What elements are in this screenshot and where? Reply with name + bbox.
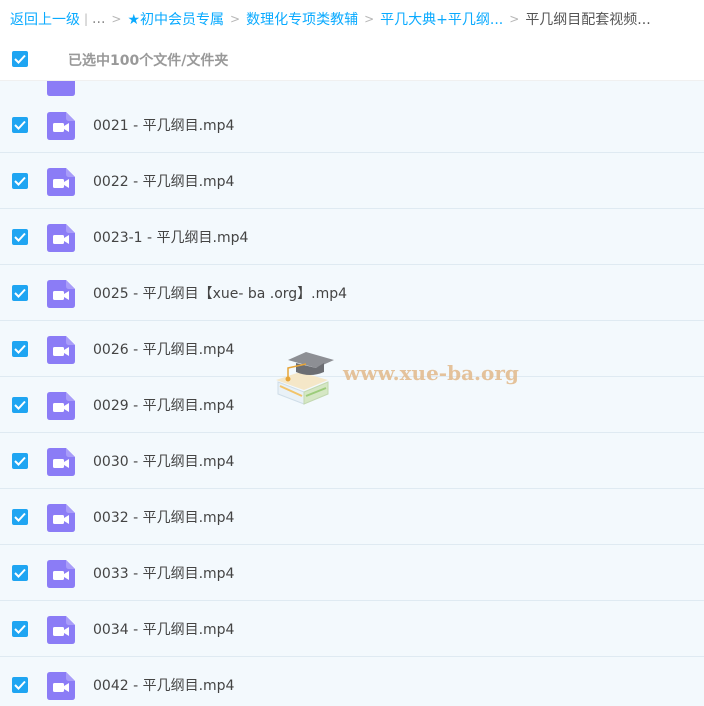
file-name[interactable]: 0032 - 平几纲目.mp4 <box>93 507 234 527</box>
breadcrumb-divider: | <box>84 12 89 26</box>
check-icon <box>14 624 26 634</box>
check-icon <box>14 232 26 242</box>
check-icon <box>14 176 26 186</box>
video-file-icon <box>47 280 75 312</box>
list-item[interactable]: 0030 - 平几纲目.mp4 <box>0 433 704 489</box>
video-file-icon <box>47 504 75 536</box>
file-checkbox[interactable] <box>12 285 28 301</box>
file-name[interactable]: 0026 - 平几纲目.mp4 <box>93 339 234 359</box>
check-icon <box>14 54 26 64</box>
breadcrumb-separator: > <box>111 12 122 26</box>
list-item[interactable]: 0025 - 平几纲目【xue- ba .org】.mp4 <box>0 265 704 321</box>
check-icon <box>14 568 26 578</box>
file-checkbox[interactable] <box>12 341 28 357</box>
video-file-icon <box>47 448 75 480</box>
file-name[interactable]: 0033 - 平几纲目.mp4 <box>93 563 234 583</box>
file-name[interactable]: 0030 - 平几纲目.mp4 <box>93 451 234 471</box>
file-name[interactable]: 0022 - 平几纲目.mp4 <box>93 171 234 191</box>
list-item[interactable]: 0023-1 - 平几纲目.mp4 <box>0 209 704 265</box>
check-icon <box>14 120 26 130</box>
back-link[interactable]: 返回上一级 <box>10 9 80 29</box>
video-file-icon <box>47 168 75 200</box>
file-name[interactable]: 0029 - 平几纲目.mp4 <box>93 395 234 415</box>
breadcrumb-item-member[interactable]: ★初中会员专属 <box>127 9 224 29</box>
file-checkbox[interactable] <box>12 173 28 189</box>
list-item[interactable]: 0032 - 平几纲目.mp4 <box>0 489 704 545</box>
video-file-icon <box>47 392 75 424</box>
breadcrumb-ellipsis[interactable]: ... <box>92 11 105 27</box>
list-item[interactable]: 0042 - 平几纲目.mp4 <box>0 657 704 706</box>
check-icon <box>14 680 26 690</box>
breadcrumb-separator: > <box>230 12 241 26</box>
video-file-icon <box>47 112 75 144</box>
file-name[interactable]: 0021 - 平几纲目.mp4 <box>93 115 234 135</box>
check-icon <box>14 456 26 466</box>
video-file-icon <box>47 336 75 368</box>
file-checkbox[interactable] <box>12 509 28 525</box>
file-name[interactable]: 0042 - 平几纲目.mp4 <box>93 675 234 695</box>
file-checkbox[interactable] <box>12 565 28 581</box>
video-file-icon <box>47 672 75 704</box>
file-checkbox[interactable] <box>12 453 28 469</box>
selection-bar: 已选中100个文件/文件夹 <box>0 38 704 81</box>
list-item[interactable] <box>0 81 704 98</box>
list-item[interactable]: 0034 - 平几纲目.mp4 <box>0 601 704 657</box>
file-checkbox[interactable] <box>12 621 28 637</box>
watermark: www.xue-ba.org <box>270 342 519 412</box>
breadcrumb-separator: > <box>364 12 375 26</box>
check-icon <box>14 512 26 522</box>
list-item[interactable]: 0021 - 平几纲目.mp4 <box>0 97 704 153</box>
breadcrumb-current: 平几纲目配套视频... <box>525 12 651 28</box>
breadcrumb-item-subject[interactable]: 数理化专项类教辅 <box>246 9 358 29</box>
check-icon <box>14 344 26 354</box>
breadcrumb-item-collection[interactable]: 平几大典+平几纲... <box>380 9 503 29</box>
selection-count-label: 已选中100个文件/文件夹 <box>68 53 229 69</box>
file-checkbox[interactable] <box>12 677 28 693</box>
select-all-checkbox[interactable] <box>12 51 28 67</box>
graduation-cap-logo <box>276 352 334 405</box>
check-icon <box>14 288 26 298</box>
video-file-icon <box>47 616 75 648</box>
file-name[interactable]: 0023-1 - 平几纲目.mp4 <box>93 227 248 247</box>
breadcrumb: 返回上一级 | ... > ★初中会员专属 > 数理化专项类教辅 > 平几大典+… <box>0 0 704 38</box>
breadcrumb-separator: > <box>509 12 520 26</box>
check-icon <box>14 400 26 410</box>
video-file-icon <box>47 560 75 592</box>
watermark-text: www.xue-ba.org <box>343 361 519 385</box>
list-item[interactable]: 0022 - 平几纲目.mp4 <box>0 153 704 209</box>
video-file-icon <box>47 224 75 256</box>
list-item[interactable]: 0033 - 平几纲目.mp4 <box>0 545 704 601</box>
file-checkbox[interactable] <box>12 397 28 413</box>
file-checkbox[interactable] <box>12 117 28 133</box>
file-name[interactable]: 0034 - 平几纲目.mp4 <box>93 619 234 639</box>
file-checkbox[interactable] <box>12 229 28 245</box>
file-name[interactable]: 0025 - 平几纲目【xue- ba .org】.mp4 <box>93 283 347 303</box>
